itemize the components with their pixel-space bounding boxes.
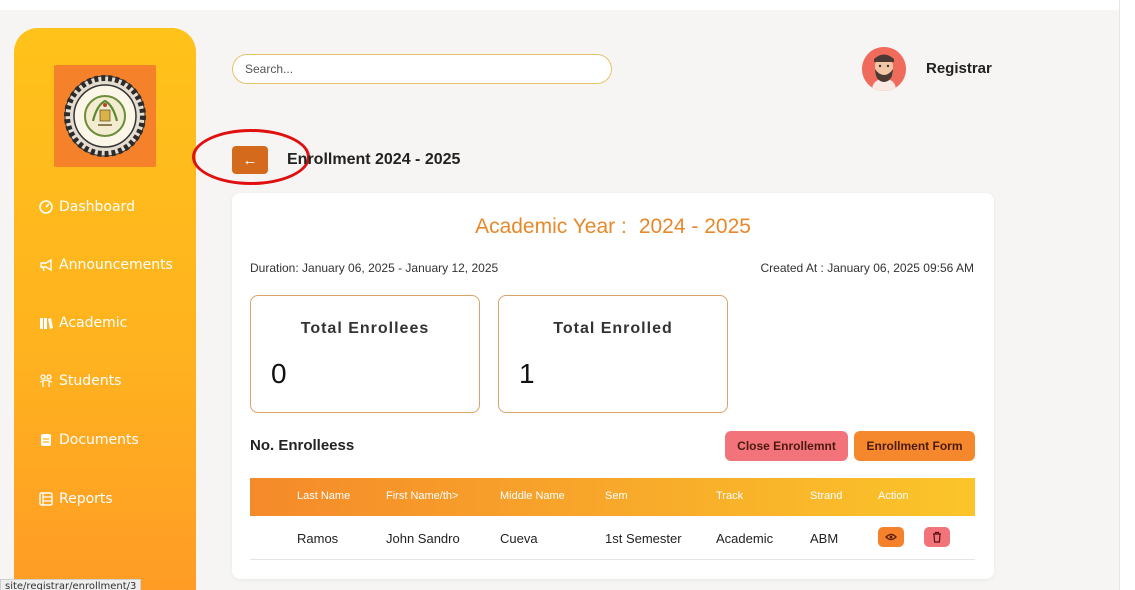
sidebar-item-students[interactable]: Students (39, 370, 121, 392)
cell-sem: 1st Semester (605, 531, 682, 546)
table-row: Ramos John Sandro Cueva 1st Semester Aca… (250, 516, 975, 560)
sidebar-item-label: Students (59, 373, 122, 389)
document-icon (39, 433, 53, 447)
sidebar-item-documents[interactable]: Documents (39, 429, 139, 451)
page-title: Enrollment 2024 - 2025 (287, 151, 461, 168)
cell-first-name: John Sandro (386, 531, 460, 546)
school-seal-icon (64, 75, 146, 157)
column-header: First Name/th> (386, 490, 459, 502)
stat-total-enrollees: Total Enrollees 0 (250, 295, 480, 413)
stat-label: Total Enrollees (300, 320, 430, 337)
academic-year-heading: Academic Year : 2024 - 2025 (232, 215, 994, 239)
academic-year-value: 2024 - 2025 (638, 215, 751, 238)
cell-middle-name: Cueva (500, 531, 538, 546)
sidebar-item-label: Announcements (59, 257, 173, 273)
stat-value: 1 (519, 358, 535, 389)
browser-scrollbar[interactable] (1119, 0, 1135, 590)
created-at-text: Created At : January 06, 2025 09:56 AM (760, 261, 974, 275)
user-avatar-icon (862, 47, 906, 91)
sidebar-item-label: Academic (59, 315, 128, 331)
enrollment-form-button[interactable]: Enrollment Form (854, 431, 975, 461)
academic-year-label: Academic Year : (475, 215, 627, 238)
sidebar-item-announcements[interactable]: Announcements (39, 254, 173, 276)
cell-last-name: Ramos (297, 531, 339, 546)
books-icon (39, 316, 53, 330)
column-header: Action (878, 490, 909, 502)
sidebar-item-dashboard[interactable]: Dashboard (39, 196, 135, 218)
dashboard-icon (39, 200, 53, 214)
user-name[interactable]: Registrar (926, 60, 992, 77)
column-header: Sem (605, 490, 628, 502)
megaphone-icon (39, 258, 53, 272)
reports-icon (39, 492, 53, 506)
column-header: Strand (810, 490, 843, 502)
sidebar-item-reports[interactable]: Reports (39, 488, 113, 510)
stat-value: 0 (271, 358, 287, 389)
search-input[interactable] (232, 54, 612, 84)
school-logo[interactable] (54, 65, 156, 167)
enrollment-card: Academic Year : 2024 - 2025 Duration: Jan… (232, 193, 994, 579)
sidebar-item-label: Documents (59, 432, 139, 448)
view-button[interactable] (878, 527, 904, 547)
sidebar: Dashboard Announcements Academic Student… (14, 28, 196, 590)
column-header: Middle Name (500, 490, 565, 502)
stat-total-enrolled: Total Enrolled 1 (498, 295, 728, 413)
trash-icon (933, 531, 941, 543)
cell-strand: ABM (810, 531, 839, 546)
section-title: No. Enrolleess (250, 437, 355, 454)
top-strip (0, 0, 1135, 10)
close-enrollment-button[interactable]: Close Enrollemnt (725, 431, 848, 461)
column-header: Track (716, 490, 744, 502)
status-bar-url: site/registrar/enrollment/3 (0, 579, 142, 590)
delete-button[interactable] (924, 527, 950, 547)
students-icon (39, 374, 53, 388)
sidebar-item-label: Dashboard (59, 199, 135, 215)
duration-text: Duration: January 06, 2025 - January 12,… (250, 261, 499, 275)
table-header: Last Name First Name/th> Middle Name Sem… (250, 478, 975, 516)
column-header: Last Name (297, 490, 351, 502)
stat-label: Total Enrolled (553, 320, 673, 337)
sidebar-item-label: Reports (59, 491, 113, 507)
eye-icon (885, 533, 897, 541)
avatar[interactable] (862, 47, 906, 91)
cell-track: Academic (716, 531, 774, 546)
sidebar-item-academic[interactable]: Academic (39, 312, 127, 334)
